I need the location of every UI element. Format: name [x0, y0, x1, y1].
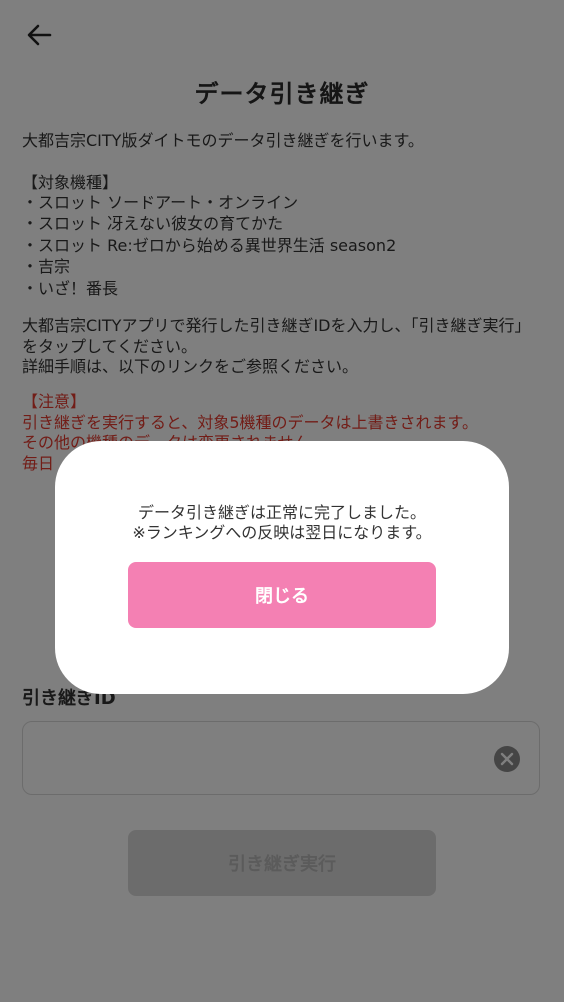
close-button[interactable]: 閉じる [128, 562, 436, 628]
completion-dialog: データ引き継ぎは正常に完了しました。 ※ランキングへの反映は翌日になります。 閉… [55, 441, 509, 694]
dialog-message: データ引き継ぎは正常に完了しました。 ※ランキングへの反映は翌日になります。 [132, 503, 432, 542]
